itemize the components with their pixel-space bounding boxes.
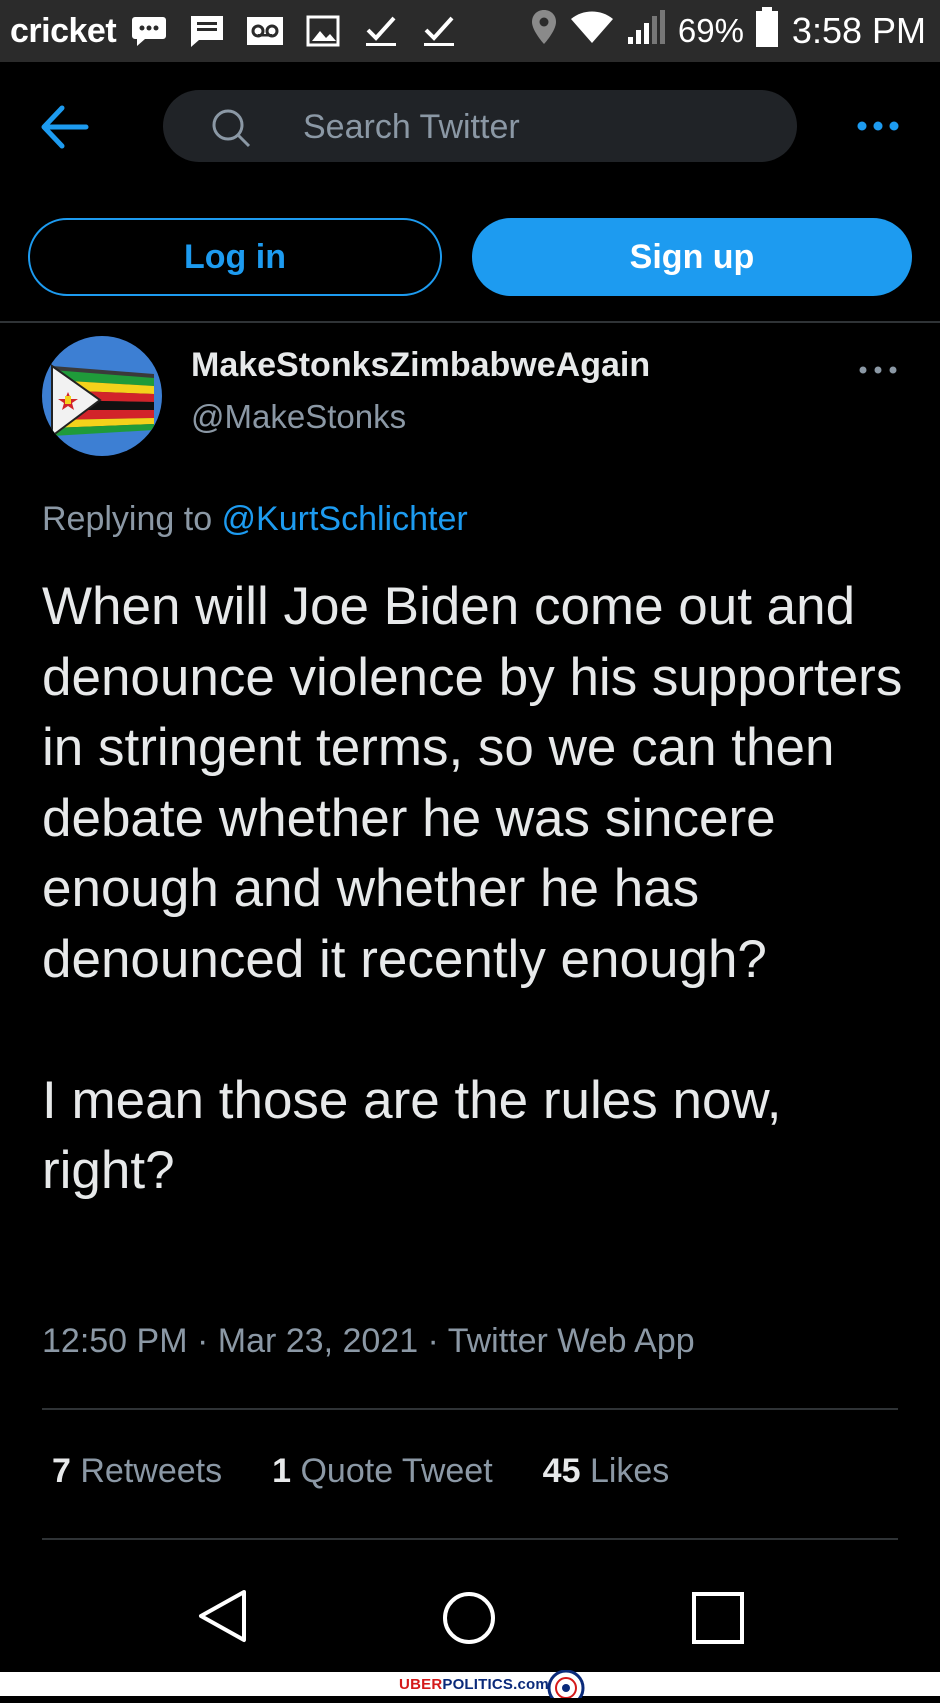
meta-separator: · bbox=[187, 1322, 218, 1360]
divider bbox=[42, 1538, 898, 1540]
likes-stat[interactable]: 45 Likes bbox=[543, 1452, 670, 1491]
voicemail-icon bbox=[246, 13, 284, 49]
tweet-more-icon[interactable] bbox=[858, 360, 898, 380]
carrier-name: cricket bbox=[10, 11, 117, 50]
search-bar[interactable] bbox=[163, 90, 797, 162]
tweet-source[interactable]: Twitter Web App bbox=[448, 1322, 695, 1360]
gallery-icon bbox=[304, 13, 342, 49]
watermark-seal-icon bbox=[545, 1669, 587, 1703]
login-button[interactable]: Log in bbox=[28, 218, 442, 296]
check-icon bbox=[420, 13, 458, 49]
replying-prefix: Replying to bbox=[42, 500, 222, 538]
quote-tweets-stat[interactable]: 1 Quote Tweet bbox=[272, 1452, 493, 1491]
location-icon bbox=[530, 9, 558, 54]
signal-icon bbox=[626, 9, 666, 54]
top-navigation bbox=[0, 62, 940, 192]
watermark-text: UBERPOLITICS.com bbox=[399, 1675, 549, 1693]
more-options-icon[interactable] bbox=[856, 112, 900, 140]
stat-count: 1 bbox=[272, 1452, 292, 1490]
stat-label: Retweets bbox=[80, 1452, 223, 1490]
nav-back-icon[interactable] bbox=[196, 1588, 248, 1644]
engagement-stats: 7 Retweets 1 Quote Tweet 45 Likes bbox=[52, 1452, 719, 1491]
signup-button[interactable]: Sign up bbox=[472, 218, 912, 296]
nav-recents-icon[interactable] bbox=[690, 1590, 746, 1646]
message-icon bbox=[188, 13, 226, 49]
system-navigation-bar bbox=[0, 1560, 940, 1672]
retweets-stat[interactable]: 7 Retweets bbox=[52, 1452, 222, 1491]
search-icon bbox=[211, 108, 251, 148]
avatar[interactable] bbox=[42, 336, 162, 456]
stat-label: Quote Tweet bbox=[300, 1452, 493, 1490]
divider bbox=[42, 1408, 898, 1410]
meta-separator: · bbox=[418, 1322, 448, 1360]
notification-icons bbox=[130, 13, 458, 49]
wifi-icon bbox=[570, 10, 614, 53]
divider bbox=[0, 321, 940, 323]
battery-percent: 69% bbox=[677, 12, 744, 49]
zimbabwe-flag-avatar-icon bbox=[42, 336, 162, 456]
battery-icon bbox=[755, 6, 778, 56]
stat-count: 45 bbox=[542, 1452, 581, 1490]
tweet-time[interactable]: 12:50 PM bbox=[42, 1322, 188, 1360]
nav-home-icon[interactable] bbox=[441, 1590, 497, 1646]
replying-to: Replying to @KurtSchlichter bbox=[42, 500, 468, 539]
stat-label: Likes bbox=[589, 1452, 670, 1490]
messenger-icon bbox=[130, 13, 168, 49]
tweet-metadata: 12:50 PM · Mar 23, 2021 · Twitter Web Ap… bbox=[42, 1322, 695, 1361]
user-handle[interactable]: @MakeStonks bbox=[191, 398, 406, 436]
tweet-text: When will Joe Biden come out and denounc… bbox=[42, 577, 903, 1200]
watermark: UBERPOLITICS.com bbox=[0, 1669, 940, 1703]
stat-count: 7 bbox=[52, 1452, 71, 1490]
mention-link[interactable]: @KurtSchlichter bbox=[222, 500, 468, 538]
tweet-date[interactable]: Mar 23, 2021 bbox=[218, 1322, 418, 1360]
display-name[interactable]: MakeStonksZimbabweAgain bbox=[191, 346, 650, 385]
check-icon bbox=[362, 13, 400, 49]
back-arrow-icon[interactable] bbox=[40, 104, 90, 150]
clock: 3:58 PM bbox=[791, 10, 926, 51]
search-input[interactable] bbox=[301, 100, 775, 154]
status-bar: cricket 69% 3:58 PM bbox=[0, 0, 940, 62]
